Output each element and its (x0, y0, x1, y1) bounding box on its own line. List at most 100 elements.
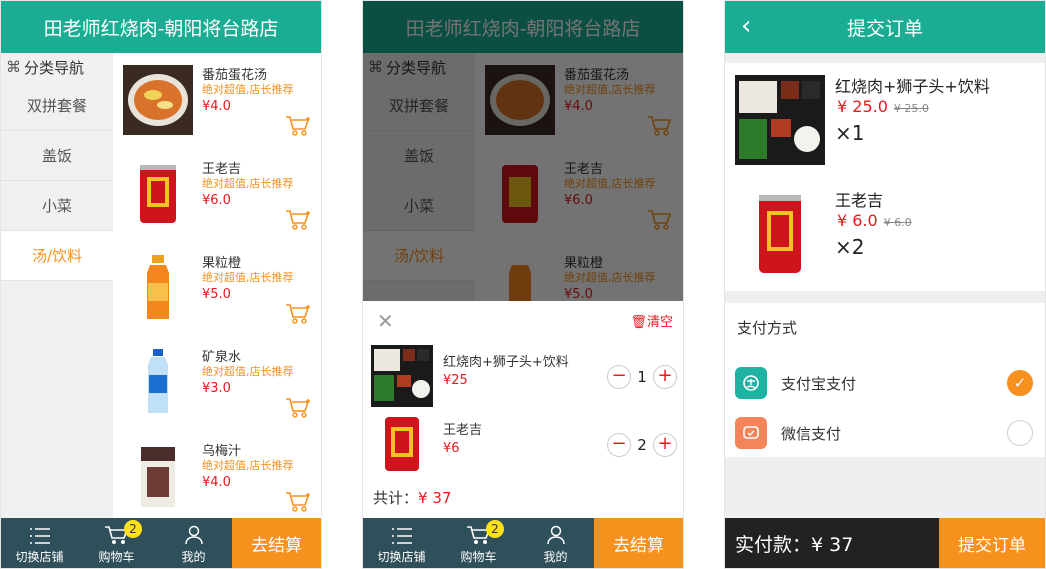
payment-option-wechat[interactable]: 微信支付 (735, 417, 1033, 449)
clear-cart-button[interactable]: 🗑清空 (630, 311, 673, 330)
submit-bar: 实付款：¥ 37 提交订单 (725, 518, 1045, 568)
cart-item: 王老吉 ¥6 − 2 + (371, 413, 677, 475)
dim-overlay[interactable] (363, 1, 683, 301)
combo-meal-image (371, 345, 433, 407)
tab-switch-store[interactable]: 切换店铺 (1, 518, 78, 568)
water-bottle-image (148, 349, 168, 413)
category-item-sides[interactable]: 小菜 (1, 181, 113, 231)
wechat-pay-icon (735, 417, 767, 449)
selected-check-icon[interactable]: ✓ (1007, 370, 1033, 396)
payment-title: 支付方式 (737, 319, 798, 337)
order-item-name: 王老吉 (835, 191, 884, 210)
submit-order-button[interactable]: 提交订单 (939, 518, 1045, 568)
tab-cart[interactable]: 2 购物车 (440, 518, 517, 568)
order-item-price-row: ¥ 25.0 ¥ 25.0 (837, 97, 929, 116)
category-header: ⌘ 分类导航 (1, 53, 113, 81)
cart-sheet: ✕ 🗑清空 红烧肉+狮子头+饮料 ¥25 − 1 + 王老吉 ¥6 − 2 + (363, 301, 683, 520)
wanglaoji-can-image (140, 165, 176, 223)
tab-cart[interactable]: 2 购物车 (78, 518, 155, 568)
menu-screen: 田老师红烧肉-朝阳将台路店 ⌘ 分类导航 双拼套餐 盖饭 小菜 汤/饮料 番茄蛋… (0, 0, 322, 569)
alipay-icon (735, 367, 767, 399)
wanglaoji-can-image (385, 417, 419, 471)
order-item: 王老吉 ¥ 6.0 ¥ 6.0 ×2 (735, 189, 1035, 281)
list-icon (391, 528, 412, 544)
order-item-qty: ×1 (835, 121, 865, 145)
cart-item-price: ¥25 (443, 373, 468, 388)
unselected-radio-icon[interactable] (1007, 420, 1033, 446)
tab-mine[interactable]: 我的 (517, 518, 594, 568)
payment-option-alipay[interactable]: 支付宝支付 ✓ (735, 367, 1033, 399)
order-item-name: 红烧肉+狮子头+饮料 (835, 77, 990, 96)
add-to-cart-icon[interactable] (285, 397, 311, 419)
add-to-cart-icon[interactable] (285, 303, 311, 325)
product-item: 王老吉 绝对超值,店长推荐 ¥6.0 (113, 147, 321, 241)
product-tag: 绝对超值,店长推荐 (202, 459, 294, 472)
tab-switch-store[interactable]: 切换店铺 (363, 518, 440, 568)
order-item: 红烧肉+狮子头+饮料 ¥ 25.0 ¥ 25.0 ×1 (735, 75, 1035, 167)
category-item-rice[interactable]: 盖饭 (1, 131, 113, 181)
order-item-old-price: ¥ 6.0 (883, 216, 912, 229)
checkout-button[interactable]: 去结算 (232, 518, 321, 568)
product-price: ¥3.0 (202, 381, 231, 396)
cart-count-badge: 2 (486, 520, 504, 538)
order-item-price-row: ¥ 6.0 ¥ 6.0 (837, 211, 912, 230)
total-value: ¥ 37 (418, 489, 452, 507)
grid-icon: ⌘ (6, 58, 21, 76)
decrease-button[interactable]: − (607, 433, 631, 457)
store-title-bar: 田老师红烧肉-朝阳将台路店 (1, 1, 321, 53)
cart-total: 共计：¥ 37 (373, 487, 451, 508)
bottom-tab-bar: 切换店铺 2 购物车 我的 去结算 (363, 518, 683, 568)
category-header-label: 分类导航 (24, 58, 85, 77)
product-price: ¥4.0 (202, 99, 231, 114)
user-icon (184, 525, 203, 545)
quantity-stepper: − 1 + (607, 365, 677, 389)
tomato-egg-soup-image (123, 65, 193, 135)
product-item: 番茄蛋花汤 绝对超值,店长推荐 ¥4.0 (113, 53, 321, 147)
checkout-button[interactable]: 去结算 (594, 518, 683, 568)
tab-label: 切换店铺 (15, 550, 64, 564)
order-item-qty: ×2 (835, 235, 865, 259)
add-to-cart-icon[interactable] (285, 115, 311, 137)
payment-section: 支付方式 支付宝支付 ✓ 微信支付 (725, 303, 1045, 457)
payment-label: 支付宝支付 (781, 374, 857, 393)
product-list: 番茄蛋花汤 绝对超值,店长推荐 ¥4.0 王老吉 绝对超值,店长推荐 ¥6.0 … (113, 53, 321, 520)
cart-item-price: ¥6 (443, 441, 460, 456)
product-price: ¥4.0 (202, 475, 231, 490)
bottom-tab-bar: 切换店铺 2 购物车 我的 去结算 (1, 518, 321, 568)
product-tag: 绝对超值,店长推荐 (202, 365, 294, 378)
increase-button[interactable]: + (653, 433, 677, 457)
tab-label: 我的 (181, 550, 206, 564)
order-item-price: ¥ 6.0 (837, 211, 878, 230)
order-item-list: 红烧肉+狮子头+饮料 ¥ 25.0 ¥ 25.0 ×1 王老吉 ¥ 6.0 ¥ 6.… (725, 63, 1045, 291)
product-tag: 绝对超值,店长推荐 (202, 177, 294, 190)
wanglaoji-can-image (759, 195, 801, 273)
tab-label: 购物车 (460, 550, 497, 564)
store-title: 田老师红烧肉-朝阳将台路店 (43, 17, 279, 40)
tab-mine[interactable]: 我的 (155, 518, 232, 568)
add-to-cart-icon[interactable] (285, 209, 311, 231)
product-price: ¥6.0 (202, 193, 231, 208)
total-label: 共计： (373, 489, 419, 507)
back-arrow-icon[interactable]: ‹ (741, 13, 751, 39)
page-title: 提交订单 (846, 17, 923, 40)
increase-button[interactable]: + (653, 365, 677, 389)
user-icon (546, 525, 565, 545)
close-icon[interactable]: ✕ (377, 309, 394, 333)
cart-count-badge: 2 (124, 520, 142, 538)
add-to-cart-icon[interactable] (285, 491, 311, 513)
cart-item: 红烧肉+狮子头+饮料 ¥25 − 1 + (371, 345, 677, 407)
cart-item-name: 王老吉 (443, 423, 483, 438)
cart-sheet-screen: 田老师红烧肉-朝阳将台路店 ⌘ 分类导航 双拼套餐 盖饭 小菜 汤/饮料 番茄蛋… (362, 0, 684, 569)
tab-label: 购物车 (98, 550, 135, 564)
product-item: 果粒橙 绝对超值,店长推荐 ¥5.0 (113, 241, 321, 335)
payment-label: 微信支付 (781, 424, 842, 443)
category-item-combo[interactable]: 双拼套餐 (1, 81, 113, 131)
quantity-stepper: − 2 + (607, 433, 677, 457)
list-icon (29, 528, 50, 544)
category-item-drinks[interactable]: 汤/饮料 (1, 231, 113, 281)
decrease-button[interactable]: − (607, 365, 631, 389)
order-item-price: ¥ 25.0 (837, 97, 888, 116)
quantity-value: 1 (637, 368, 647, 386)
submit-order-screen: ‹ 提交订单 红烧肉+狮子头+饮料 ¥ 25.0 ¥ 25.0 ×1 王老吉 ¥ … (724, 0, 1046, 569)
order-item-old-price: ¥ 25.0 (893, 102, 929, 115)
